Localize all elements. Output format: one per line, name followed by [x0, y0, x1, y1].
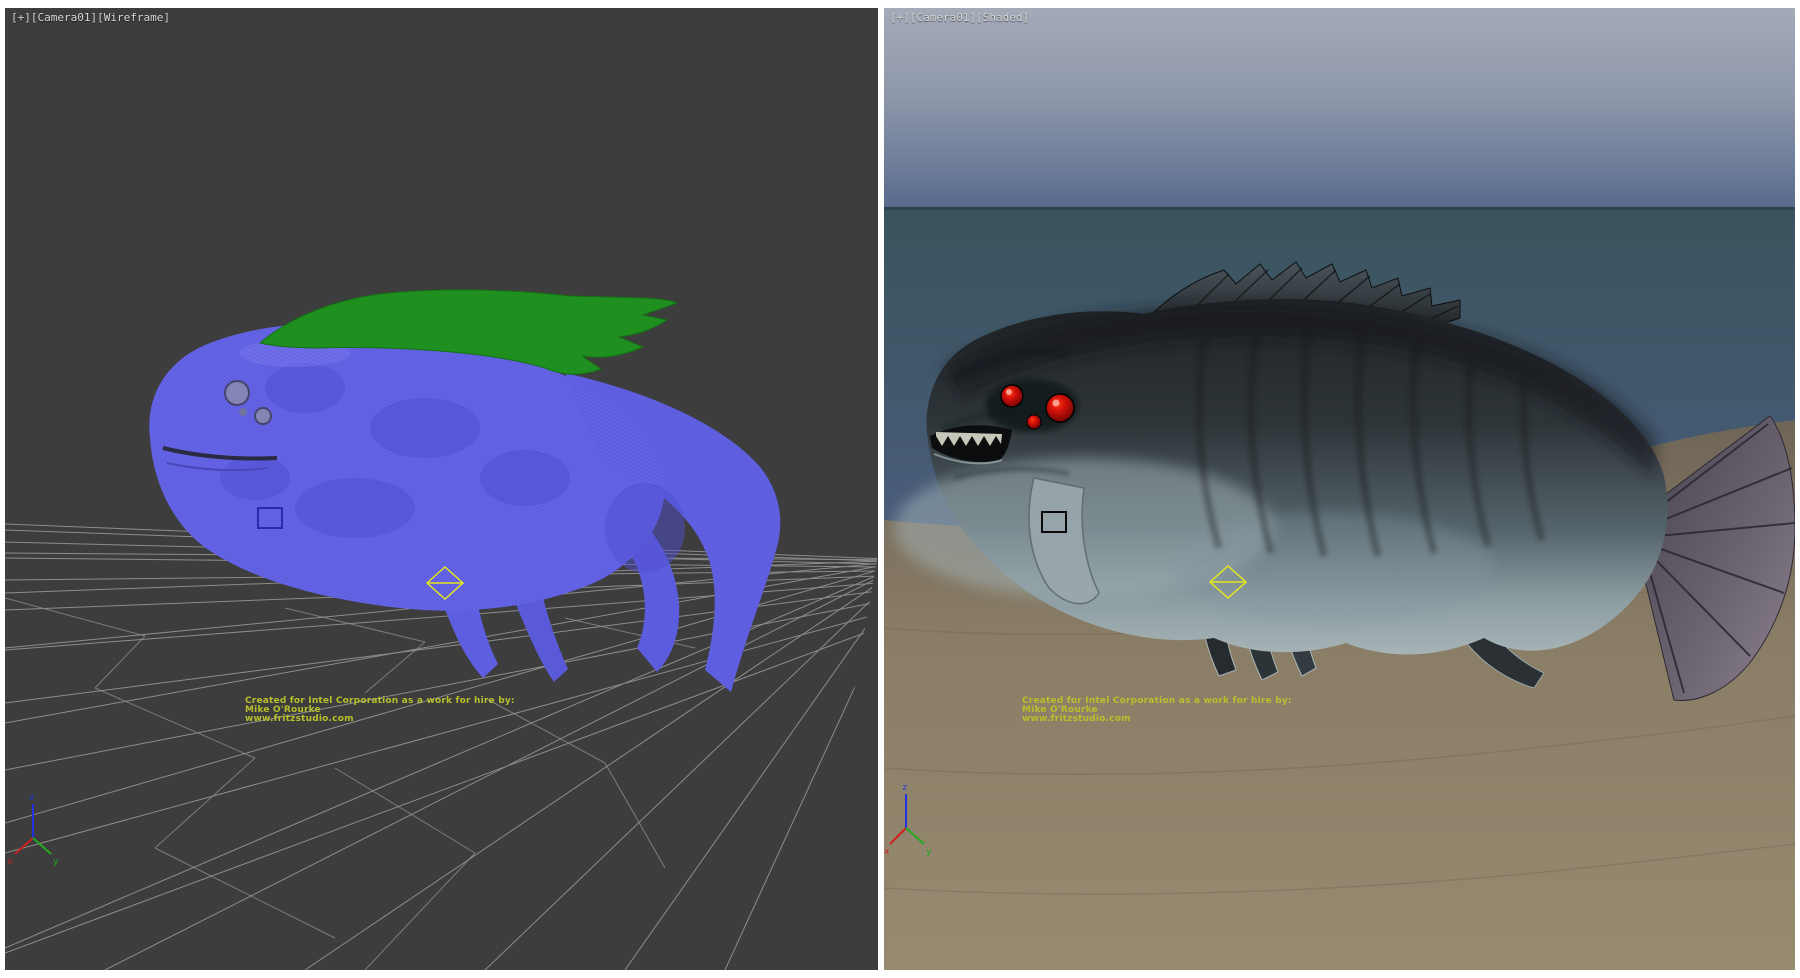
axis-x-label: x	[7, 857, 13, 867]
attribution-text: Created for Intel Corporation as a work …	[245, 697, 515, 724]
axis-x-label: x	[884, 847, 890, 857]
viewport-menu-general[interactable]: [+]	[890, 11, 910, 24]
viewport-menu-pov[interactable]: [Camera01]	[910, 11, 976, 24]
horizon-line	[884, 207, 1795, 210]
attribution-line: www.fritzstudio.com	[245, 715, 515, 724]
axis-z-label: z	[902, 783, 907, 793]
shaded-canvas[interactable]: z x y	[884, 8, 1795, 970]
viewport-label: [+][Camera01][Wireframe]	[11, 11, 170, 24]
viewport-shaded[interactable]: z x y [+][Camera01][Shaded] Created for …	[884, 8, 1795, 970]
viewport-menu-general[interactable]: [+]	[11, 11, 31, 24]
viewport-menu-shading[interactable]: [Shaded]	[976, 11, 1029, 24]
attribution-line: www.fritzstudio.com	[1022, 715, 1292, 724]
attribution-text: Created for Intel Corporation as a work …	[1022, 697, 1292, 724]
axis-y-label: y	[926, 847, 932, 857]
viewport-menu-pov[interactable]: [Camera01]	[31, 11, 97, 24]
wireframe-canvas[interactable]: z x y	[5, 8, 878, 970]
viewport-menu-shading[interactable]: [Wireframe]	[97, 11, 170, 24]
fish-eyes	[986, 380, 1078, 432]
fish-mouth	[930, 425, 1012, 463]
axis-z-label: z	[29, 793, 34, 803]
axis-tripod: z x y	[7, 793, 59, 867]
sky	[884, 8, 1795, 207]
axis-y-label: y	[53, 857, 59, 867]
viewport-wireframe[interactable]: z x y [+][Camera01][Wireframe] Created f…	[5, 8, 878, 970]
viewport-area: z x y [+][Camera01][Wireframe] Created f…	[0, 0, 1800, 978]
viewport-label: [+][Camera01][Shaded]	[890, 11, 1029, 24]
